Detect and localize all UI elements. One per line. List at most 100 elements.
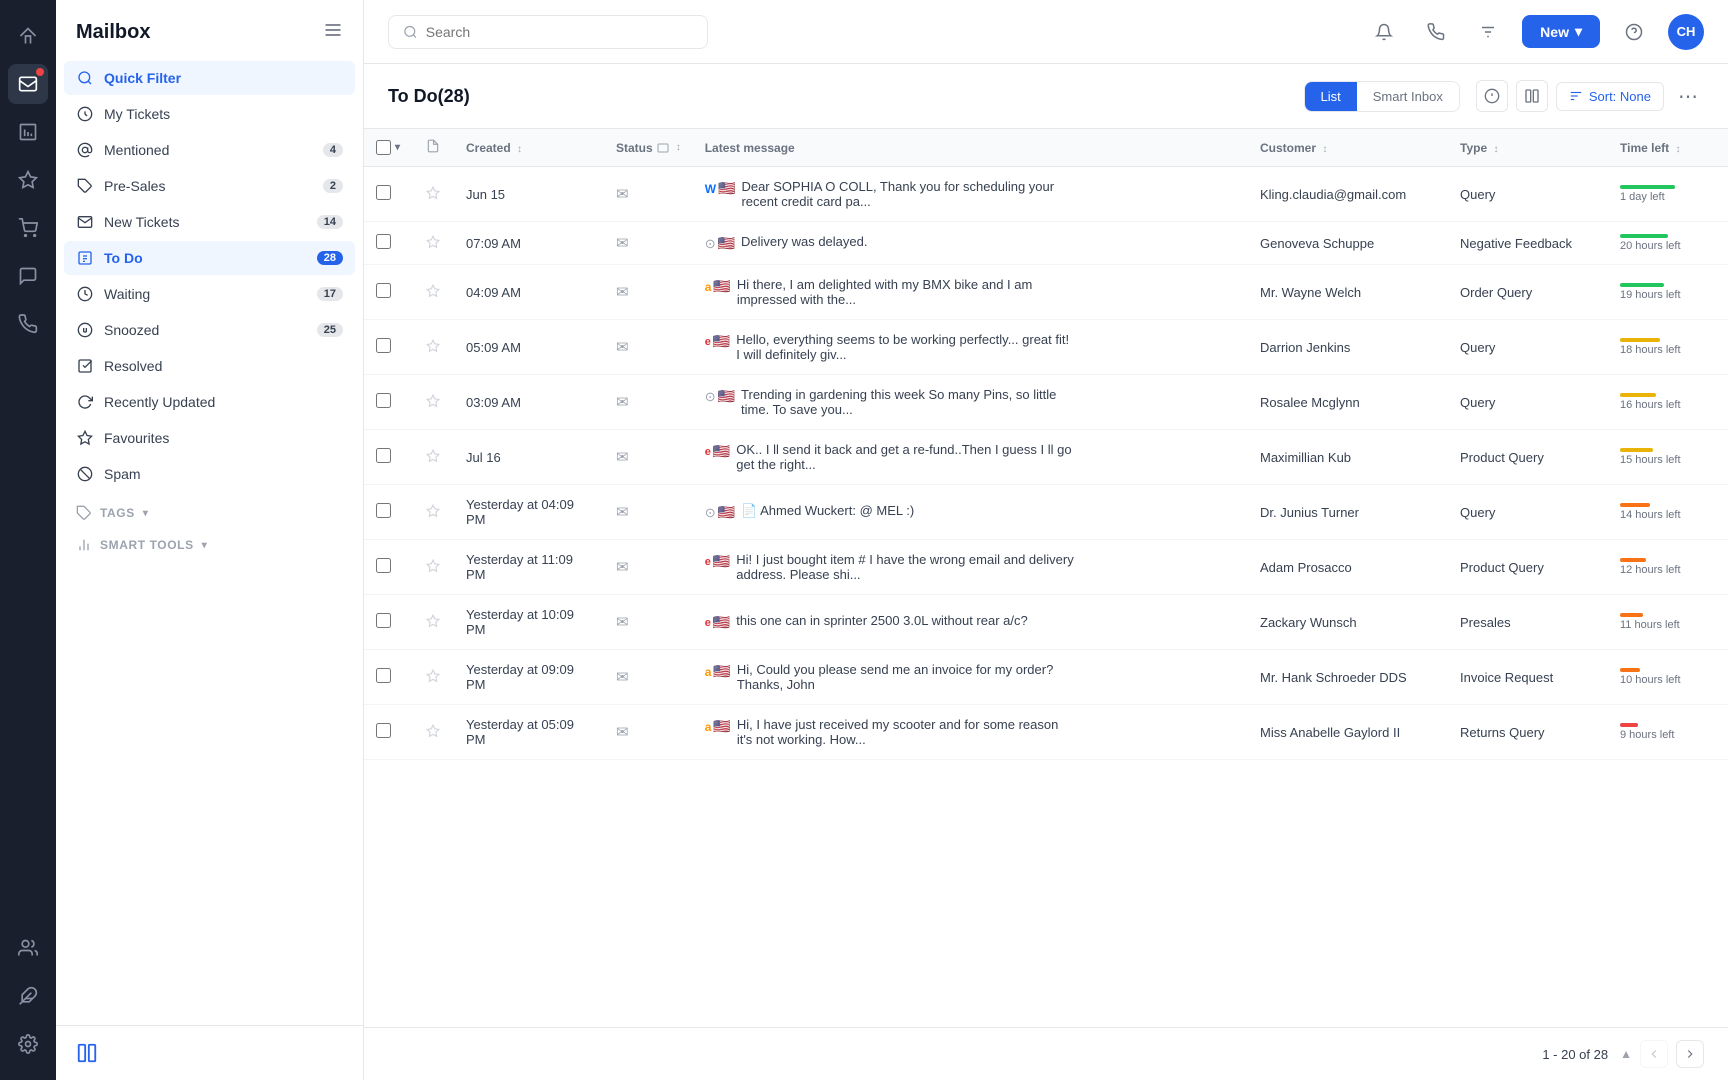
new-button[interactable]: New ▾ xyxy=(1522,15,1600,48)
next-page-button[interactable] xyxy=(1676,1040,1704,1068)
row-checkbox-1[interactable] xyxy=(376,234,391,249)
phone-icon[interactable] xyxy=(8,304,48,344)
row-message[interactable]: a 🇺🇸 Hi, I have just received my scooter… xyxy=(693,705,1248,760)
search-input[interactable] xyxy=(426,24,693,40)
table-row[interactable]: 05:09 AM ✉ e 🇺🇸 Hello, everything seems … xyxy=(364,320,1728,375)
row-message[interactable]: e 🇺🇸 Hello, everything seems to be worki… xyxy=(693,320,1248,375)
sidebar-item-favourites[interactable]: Favourites xyxy=(64,421,355,455)
table-row[interactable]: 03:09 AM ✉ ⊙ 🇺🇸 Trending in gardening th… xyxy=(364,375,1728,430)
snoozed-label: Snoozed xyxy=(104,322,307,338)
row-star-cell[interactable] xyxy=(414,595,454,650)
sidebar-item-quick-filter[interactable]: Quick Filter xyxy=(64,61,355,95)
sidebar-item-pre-sales[interactable]: Pre-Sales 2 xyxy=(64,169,355,203)
tab-smart-inbox[interactable]: Smart Inbox xyxy=(1357,82,1459,111)
row-star-cell[interactable] xyxy=(414,485,454,540)
new-tickets-label: New Tickets xyxy=(104,214,307,230)
time-left-header[interactable]: Time left ↕ xyxy=(1608,129,1728,167)
customer-header[interactable]: Customer ↕ xyxy=(1248,129,1448,167)
notification-icon[interactable] xyxy=(1366,14,1402,50)
chat-icon[interactable] xyxy=(8,256,48,296)
row-message[interactable]: ⊙ 🇺🇸 Delivery was delayed. xyxy=(693,222,1248,265)
row-checkbox-9[interactable] xyxy=(376,668,391,683)
table-row[interactable]: Jun 15 ✉ W 🇺🇸 Dear SOPHIA O COLL, Thank … xyxy=(364,167,1728,222)
row-checkbox-0[interactable] xyxy=(376,185,391,200)
row-message[interactable]: a 🇺🇸 Hi, Could you please send me an inv… xyxy=(693,650,1248,705)
prev-page-button[interactable] xyxy=(1640,1040,1668,1068)
select-all-checkbox[interactable] xyxy=(376,140,391,155)
row-message[interactable]: a 🇺🇸 Hi there, I am delighted with my BM… xyxy=(693,265,1248,320)
row-checkbox-3[interactable] xyxy=(376,338,391,353)
row-message[interactable]: e 🇺🇸 this one can in sprinter 2500 3.0L … xyxy=(693,595,1248,650)
row-message[interactable]: e 🇺🇸 Hi! I just bought item # I have the… xyxy=(693,540,1248,595)
sidebar-item-resolved[interactable]: Resolved xyxy=(64,349,355,383)
row-message[interactable]: W 🇺🇸 Dear SOPHIA O COLL, Thank you for s… xyxy=(693,167,1248,222)
puzzle-icon[interactable] xyxy=(8,976,48,1016)
row-message[interactable]: ⊙ 🇺🇸 📄 Ahmed Wuckert: @ MEL :) xyxy=(693,485,1248,540)
table-row[interactable]: 04:09 AM ✉ a 🇺🇸 Hi there, I am delighted… xyxy=(364,265,1728,320)
tab-list[interactable]: List xyxy=(1305,82,1357,111)
row-star-cell[interactable] xyxy=(414,430,454,485)
row-star-cell[interactable] xyxy=(414,540,454,595)
sidebar-item-snoozed[interactable]: Snoozed 25 xyxy=(64,313,355,347)
customer-sort-icon: ↕ xyxy=(1322,144,1327,155)
filter-icon[interactable] xyxy=(1470,14,1506,50)
row-checkbox-10[interactable] xyxy=(376,723,391,738)
status-header[interactable]: Status ↕ xyxy=(604,129,693,167)
columns-button[interactable] xyxy=(1516,80,1548,112)
row-checkbox-8[interactable] xyxy=(376,613,391,628)
cart-icon[interactable] xyxy=(8,208,48,248)
home-icon[interactable] xyxy=(8,16,48,56)
tags-section[interactable]: TAGS ▾ xyxy=(64,493,355,525)
select-all-header[interactable]: ▾ xyxy=(364,129,414,167)
status-sort-icon: ↕ xyxy=(676,142,681,153)
row-time-left: 19 hours left xyxy=(1608,265,1728,320)
info-button[interactable] xyxy=(1476,80,1508,112)
row-checkbox-4[interactable] xyxy=(376,393,391,408)
sidebar-item-spam[interactable]: Spam xyxy=(64,457,355,491)
menu-icon[interactable] xyxy=(323,20,343,45)
sidebar-item-new-tickets[interactable]: New Tickets 14 xyxy=(64,205,355,239)
row-message[interactable]: e 🇺🇸 OK.. I ll send it back and get a re… xyxy=(693,430,1248,485)
row-star-cell[interactable] xyxy=(414,705,454,760)
table-row[interactable]: Yesterday at 11:09 PM ✉ e 🇺🇸 Hi! I just … xyxy=(364,540,1728,595)
sort-button[interactable]: Sort: None xyxy=(1556,82,1664,111)
row-star-cell[interactable] xyxy=(414,375,454,430)
mailbox-icon[interactable] xyxy=(8,64,48,104)
sidebar-item-waiting[interactable]: Waiting 17 xyxy=(64,277,355,311)
sidebar-item-recently-updated[interactable]: Recently Updated xyxy=(64,385,355,419)
table-row[interactable]: 07:09 AM ✉ ⊙ 🇺🇸 Delivery was delayed. Ge… xyxy=(364,222,1728,265)
more-options-button[interactable]: ⋯ xyxy=(1672,80,1704,112)
row-star-cell[interactable] xyxy=(414,320,454,375)
recently-updated-label: Recently Updated xyxy=(104,394,343,410)
search-box[interactable] xyxy=(388,15,708,49)
row-checkbox-5[interactable] xyxy=(376,448,391,463)
row-star-cell[interactable] xyxy=(414,265,454,320)
message-header[interactable]: Latest message xyxy=(693,129,1248,167)
chart-icon[interactable] xyxy=(8,112,48,152)
users-icon[interactable] xyxy=(8,928,48,968)
table-row[interactable]: Jul 16 ✉ e 🇺🇸 OK.. I ll send it back and… xyxy=(364,430,1728,485)
sidebar-item-my-tickets[interactable]: My Tickets xyxy=(64,97,355,131)
table-row[interactable]: Yesterday at 04:09 PM ✉ ⊙ 🇺🇸 📄 Ahmed Wuc… xyxy=(364,485,1728,540)
star-icon[interactable] xyxy=(8,160,48,200)
type-header[interactable]: Type ↕ xyxy=(1448,129,1608,167)
avatar[interactable]: CH xyxy=(1668,14,1704,50)
row-star-cell[interactable] xyxy=(414,650,454,705)
row-star-cell[interactable] xyxy=(414,167,454,222)
row-message[interactable]: ⊙ 🇺🇸 Trending in gardening this week So … xyxy=(693,375,1248,430)
settings-icon[interactable] xyxy=(8,1024,48,1064)
table-row[interactable]: Yesterday at 10:09 PM ✉ e 🇺🇸 this one ca… xyxy=(364,595,1728,650)
smart-tools-section[interactable]: SMART TOOLS ▾ xyxy=(64,525,355,557)
table-row[interactable]: Yesterday at 09:09 PM ✉ a 🇺🇸 Hi, Could y… xyxy=(364,650,1728,705)
row-checkbox-2[interactable] xyxy=(376,283,391,298)
phone-topbar-icon[interactable] xyxy=(1418,14,1454,50)
row-star-cell[interactable] xyxy=(414,222,454,265)
sidebar-item-to-do[interactable]: To Do 28 xyxy=(64,241,355,275)
row-checkbox-7[interactable] xyxy=(376,558,391,573)
sidebar-item-mentioned[interactable]: Mentioned 4 xyxy=(64,133,355,167)
help-icon[interactable] xyxy=(1616,14,1652,50)
table-row[interactable]: Yesterday at 05:09 PM ✉ a 🇺🇸 Hi, I have … xyxy=(364,705,1728,760)
sidebar-view-toggle[interactable] xyxy=(76,1042,343,1064)
created-header[interactable]: Created ↕ xyxy=(454,129,604,167)
row-checkbox-6[interactable] xyxy=(376,503,391,518)
